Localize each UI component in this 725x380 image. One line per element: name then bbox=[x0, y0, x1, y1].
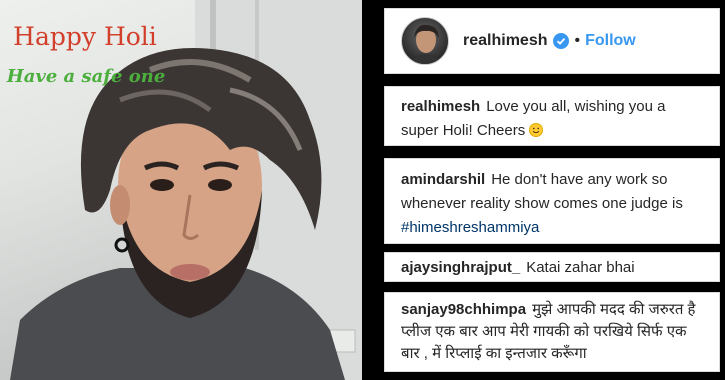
greeting-title: Happy Holi bbox=[13, 22, 157, 51]
comment-username[interactable]: ajaysinghrajput_ bbox=[401, 259, 520, 276]
separator-dot: • bbox=[574, 32, 581, 49]
post-username[interactable]: realhimesh bbox=[463, 32, 547, 50]
comment-sanjay98chhimpa: sanjay98chhimpa मुझे आपकी मदद की जरुरत है… bbox=[384, 292, 720, 372]
portrait-illustration bbox=[10, 0, 362, 380]
comment-amindarshil: amindarshil He don't have any work so whe… bbox=[384, 158, 720, 244]
comment-ajaysinghrajput: ajaysinghrajput_ Katai zahar bhai bbox=[384, 252, 720, 282]
caption-username[interactable]: realhimesh bbox=[401, 98, 480, 115]
comment-username[interactable]: amindarshil bbox=[401, 171, 485, 188]
post-caption: realhimesh Love you all, wishing you a su… bbox=[384, 86, 720, 146]
avatar[interactable] bbox=[401, 17, 449, 65]
hashtag-link[interactable]: #himeshreshammiya bbox=[401, 219, 539, 236]
post-header: realhimesh • Follow bbox=[384, 8, 720, 74]
holi-photo: Happy Holi Have a safe one bbox=[0, 0, 362, 380]
smiling-face-icon bbox=[529, 121, 544, 145]
greeting-subtitle: Have a safe one bbox=[6, 66, 166, 87]
comment-text: Katai zahar bhai bbox=[526, 259, 635, 276]
comment-username[interactable]: sanjay98chhimpa bbox=[401, 301, 526, 318]
follow-button[interactable]: Follow bbox=[585, 32, 636, 50]
verified-badge-icon bbox=[553, 33, 570, 49]
